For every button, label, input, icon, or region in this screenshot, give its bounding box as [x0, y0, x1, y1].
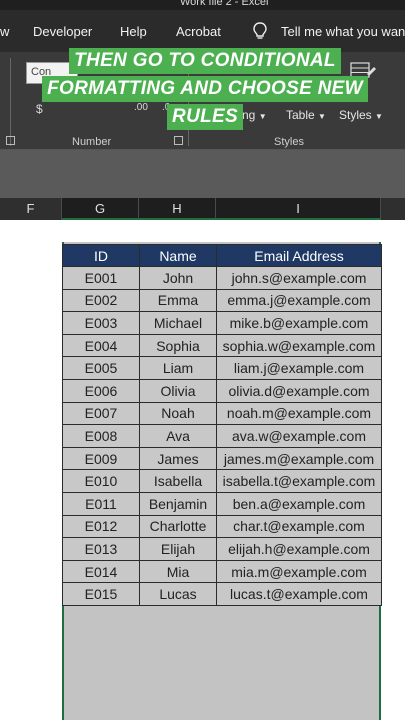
window-title: Work file 2 - Excel [180, 0, 269, 8]
formula-bar-area [0, 150, 405, 198]
cell-email[interactable]: olivia.d@example.com [216, 378, 382, 403]
cell-name[interactable]: Noah [139, 401, 217, 426]
table-row: E010 Isabella isabella.t@example.com [62, 469, 382, 493]
menu-developer[interactable]: Developer [33, 24, 92, 39]
cell-name[interactable]: Lucas [139, 582, 217, 606]
table-header-row: ID Name Email Address [62, 244, 382, 267]
table-row: E011 Benjamin ben.a@example.com [62, 491, 382, 516]
cell-name[interactable]: Ava [139, 424, 217, 448]
cell-id[interactable]: E011 [62, 491, 140, 516]
column-header-g[interactable]: G [62, 198, 139, 220]
cell-email[interactable]: mia.m@example.com [216, 559, 382, 584]
table-row: E015 Lucas lucas.t@example.com [62, 582, 382, 606]
cell-email[interactable]: liam.j@example.com [216, 356, 382, 380]
table-row: E014 Mia mia.m@example.com [62, 559, 382, 584]
table-row: E006 Olivia olivia.d@example.com [62, 378, 382, 403]
column-headers: F G H I [0, 198, 405, 220]
table-row: E009 James james.m@example.com [62, 446, 382, 471]
cell-id[interactable]: E012 [62, 514, 140, 539]
cell-id[interactable]: E014 [62, 559, 140, 584]
cell-email[interactable]: lucas.t@example.com [216, 582, 382, 606]
table-row: E013 Elijah elijah.h@example.com [62, 537, 382, 561]
ribbon-divider [10, 58, 11, 146]
title-bar: Work file 2 - Excel [0, 0, 405, 10]
cell-email[interactable]: isabella.t@example.com [216, 469, 382, 493]
cell-email[interactable]: james.m@example.com [216, 446, 382, 471]
table-row: E012 Charlotte char.t@example.com [62, 514, 382, 539]
table-row: E001 John john.s@example.com [62, 266, 382, 290]
table-row: E004 Sophia sophia.w@example.com [62, 333, 382, 358]
cell-email[interactable]: john.s@example.com [216, 266, 382, 290]
column-header-f[interactable]: F [0, 198, 62, 220]
styles-group-label: Styles [274, 136, 304, 148]
cell-id[interactable]: E015 [62, 582, 140, 606]
menu-help[interactable]: Help [120, 24, 147, 39]
cell-id[interactable]: E013 [62, 537, 140, 561]
cell-id[interactable]: E009 [62, 446, 140, 471]
cell-email[interactable]: noah.m@example.com [216, 401, 382, 426]
tell-me-search[interactable]: Tell me what you want [281, 24, 405, 39]
cell-name[interactable]: Olivia [139, 378, 217, 403]
caption-line-1: THEN GO TO CONDITIONAL [69, 48, 341, 74]
caption-line-2: FORMATTING AND CHOOSE NEW [42, 76, 368, 102]
cell-email[interactable]: emma.j@example.com [216, 288, 382, 313]
cell-id[interactable]: E008 [62, 424, 140, 448]
table-body: E001 John john.s@example.com E002 Emma emma.j… [62, 266, 382, 606]
cell-name[interactable]: Isabella [139, 469, 217, 493]
header-name[interactable]: Name [139, 244, 217, 267]
table-row: E002 Emma emma.j@example.com [62, 288, 382, 313]
table-row: E007 Noah noah.m@example.com [62, 401, 382, 426]
cell-name[interactable]: Charlotte [139, 514, 217, 539]
dialog-launcher-icon[interactable] [174, 136, 183, 145]
chevron-down-icon: ▼ [375, 112, 383, 121]
column-header-h[interactable]: H [139, 198, 216, 220]
cell-name[interactable]: Sophia [139, 333, 217, 358]
cell-name[interactable]: James [139, 446, 217, 471]
dialog-launcher-icon[interactable] [6, 136, 15, 145]
employee-table: ID Name Email Address E001 John john.s@exa… [62, 244, 382, 606]
cell-id[interactable]: E002 [62, 288, 140, 313]
excel-window: Work file 2 - Excel w Developer Help Acr… [0, 0, 405, 720]
menu-acrobat[interactable]: Acrobat [176, 24, 221, 39]
cell-email[interactable]: sophia.w@example.com [216, 333, 382, 358]
cell-id[interactable]: E010 [62, 469, 140, 493]
cell-id[interactable]: E004 [62, 333, 140, 358]
table-row: E005 Liam liam.j@example.com [62, 356, 382, 380]
menu-view-partial[interactable]: w [0, 24, 9, 39]
cell-name[interactable]: Michael [139, 311, 217, 335]
cell-name[interactable]: Emma [139, 288, 217, 313]
cell-id[interactable]: E001 [62, 266, 140, 290]
cell-id[interactable]: E007 [62, 401, 140, 426]
header-email[interactable]: Email Address [216, 244, 382, 267]
cell-id[interactable]: E005 [62, 356, 140, 380]
lightbulb-icon[interactable] [252, 22, 268, 40]
cell-email[interactable]: mike.b@example.com [216, 311, 382, 335]
menu-bar: w Developer Help Acrobat Tell me what yo… [0, 10, 405, 52]
table-row: E008 Ava ava.w@example.com [62, 424, 382, 448]
header-id[interactable]: ID [62, 244, 140, 267]
number-group-label: Number [72, 136, 112, 148]
table-row: E003 Michael mike.b@example.com [62, 311, 382, 335]
cell-email[interactable]: ben.a@example.com [216, 491, 382, 516]
column-header-j[interactable] [381, 198, 405, 220]
cell-id[interactable]: E003 [62, 311, 140, 335]
cell-name[interactable]: John [139, 266, 217, 290]
column-header-i[interactable]: I [216, 198, 381, 220]
cell-name[interactable]: Mia [139, 559, 217, 584]
cell-email[interactable]: ava.w@example.com [216, 424, 382, 448]
caption-line-3: RULES [167, 104, 243, 130]
cell-id[interactable]: E006 [62, 378, 140, 403]
cell-name[interactable]: Benjamin [139, 491, 217, 516]
cell-name[interactable]: Liam [139, 356, 217, 380]
tutorial-caption: THEN GO TO CONDITIONAL FORMATTING AND CH… [40, 48, 370, 132]
cell-email[interactable]: char.t@example.com [216, 514, 382, 539]
cell-name[interactable]: Elijah [139, 537, 217, 561]
cell-email[interactable]: elijah.h@example.com [216, 537, 382, 561]
